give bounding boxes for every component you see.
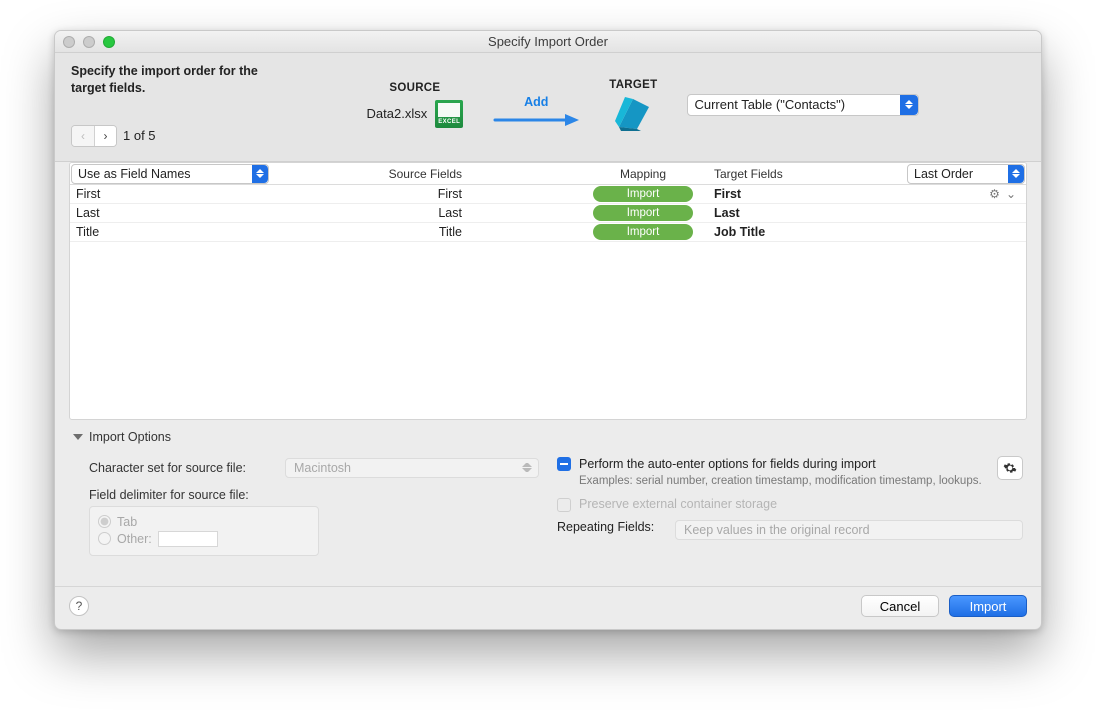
options-right: Perform the auto-enter options for field… bbox=[557, 454, 1023, 556]
delimiter-other-input bbox=[158, 531, 218, 547]
order-select[interactable]: Last Order bbox=[907, 164, 1025, 184]
chevron-down-icon[interactable]: ⌄ bbox=[1006, 187, 1016, 201]
pager-label: 1 of 5 bbox=[123, 128, 156, 143]
delimiter-tab-radio: Tab bbox=[98, 515, 310, 529]
mapping-table: Use as Field Names Source Fields Mapping… bbox=[69, 162, 1027, 420]
filemaker-folder-icon bbox=[615, 97, 651, 131]
repeating-fields-select: Keep values in the original record bbox=[675, 520, 1023, 540]
mapping-table-head: Use as Field Names Source Fields Mapping… bbox=[70, 163, 1026, 185]
source-heading: SOURCE bbox=[389, 82, 440, 94]
table-row[interactable]: LastLastImportLast bbox=[70, 204, 1026, 223]
auto-enter-label: Perform the auto-enter options for field… bbox=[579, 456, 982, 472]
col-mapping: Mapping bbox=[578, 167, 708, 181]
pager-prev-button[interactable]: ‹ bbox=[72, 126, 94, 146]
field-names-select[interactable]: Use as Field Names bbox=[71, 164, 269, 184]
header: Specify the import order for the target … bbox=[55, 53, 1041, 162]
target-table-select[interactable]: Current Table ("Contacts") bbox=[687, 94, 919, 116]
mapping-pill[interactable]: Import bbox=[593, 205, 693, 221]
charset-label: Character set for source file: bbox=[89, 461, 279, 475]
options-toggle[interactable]: Import Options bbox=[73, 430, 1023, 444]
auto-enter-gear-button[interactable] bbox=[997, 456, 1023, 480]
disclosure-triangle-icon bbox=[73, 434, 83, 440]
row-source-field: Last bbox=[270, 206, 468, 220]
excel-file-icon: EXCEL bbox=[435, 100, 463, 128]
select-caret-icon bbox=[1008, 165, 1024, 183]
delimiter-radio-group: Tab Other: bbox=[89, 506, 319, 556]
gear-icon[interactable]: ⚙ bbox=[989, 187, 1000, 201]
window-title: Specify Import Order bbox=[55, 34, 1041, 49]
select-caret-icon bbox=[252, 165, 268, 183]
charset-select: Macintosh bbox=[285, 458, 539, 478]
row-target-field: Job Title bbox=[708, 225, 906, 239]
row-left-label: Last bbox=[70, 206, 270, 220]
table-row[interactable]: FirstFirstImportFirst⚙⌄ bbox=[70, 185, 1026, 204]
delimiter-other-radio: Other: bbox=[98, 531, 310, 547]
select-caret-icon bbox=[900, 95, 918, 115]
add-mapping-action: Add bbox=[493, 95, 579, 129]
delimiter-label: Field delimiter for source file: bbox=[89, 488, 279, 502]
footer: ? Cancel Import bbox=[55, 586, 1041, 629]
intro-text: Specify the import order for the target … bbox=[71, 63, 261, 97]
chevrons-icon bbox=[522, 463, 532, 475]
auto-enter-checkbox[interactable] bbox=[557, 457, 571, 471]
import-order-dialog: Specify Import Order Specify the import … bbox=[54, 30, 1042, 630]
row-target-field: First bbox=[708, 187, 906, 201]
options-left: Character set for source file: Macintosh… bbox=[73, 454, 539, 556]
mapping-pill[interactable]: Import bbox=[593, 224, 693, 240]
intro-col: Specify the import order for the target … bbox=[71, 63, 261, 147]
col-target-fields: Target Fields bbox=[708, 167, 906, 181]
pager-next-button[interactable]: › bbox=[94, 126, 116, 146]
arrow-icon bbox=[493, 111, 579, 129]
mapping-pill[interactable]: Import bbox=[593, 186, 693, 202]
record-pager: ‹ › 1 of 5 bbox=[71, 125, 261, 147]
repeating-fields-label: Repeating Fields: bbox=[557, 520, 667, 534]
titlebar: Specify Import Order bbox=[55, 31, 1041, 53]
preserve-storage-checkbox bbox=[557, 498, 571, 512]
import-options: Import Options Character set for source … bbox=[55, 420, 1041, 586]
source-filename: Data2.xlsx bbox=[367, 106, 428, 121]
source-target-strip: SOURCE Data2.xlsx EXCEL Add TARGET bbox=[261, 63, 1025, 147]
source-block: SOURCE Data2.xlsx EXCEL bbox=[367, 82, 464, 128]
target-table-value: Current Table ("Contacts") bbox=[694, 97, 845, 112]
row-source-field: Title bbox=[270, 225, 468, 239]
row-left-label: First bbox=[70, 187, 270, 201]
add-link[interactable]: Add bbox=[524, 95, 548, 109]
cancel-button[interactable]: Cancel bbox=[861, 595, 939, 617]
import-button[interactable]: Import bbox=[949, 595, 1027, 617]
help-button[interactable]: ? bbox=[69, 596, 89, 616]
col-source-fields: Source Fields bbox=[270, 167, 468, 181]
row-source-field: First bbox=[270, 187, 468, 201]
options-heading: Import Options bbox=[89, 430, 171, 444]
preserve-storage-label: Preserve external container storage bbox=[579, 497, 777, 511]
row-target-field: Last bbox=[708, 206, 906, 220]
auto-enter-sub: Examples: serial number, creation timest… bbox=[579, 474, 982, 489]
target-block: TARGET bbox=[609, 79, 657, 131]
table-row[interactable]: TitleTitle Import Job Title bbox=[70, 223, 1026, 242]
row-left-label: Title bbox=[70, 225, 270, 239]
gear-icon bbox=[1003, 461, 1017, 475]
mapping-rows: FirstFirstImportFirst⚙⌄LastLastImportLas… bbox=[70, 185, 1026, 242]
target-heading: TARGET bbox=[609, 79, 657, 91]
